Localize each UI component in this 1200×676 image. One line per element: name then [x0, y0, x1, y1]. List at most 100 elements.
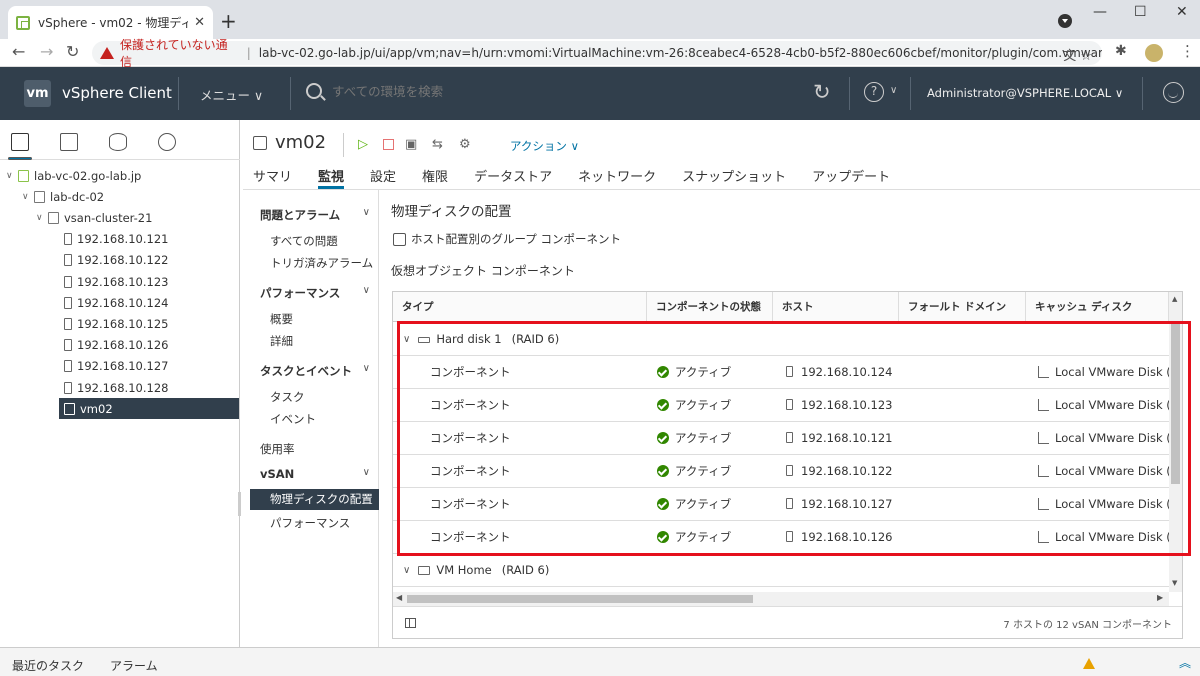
insecure-warning-icon[interactable]: [100, 47, 114, 59]
recent-tasks-tab[interactable]: 最近のタスク: [12, 657, 84, 674]
settings-icon[interactable]: ⚙: [459, 137, 471, 152]
help-icon[interactable]: ?: [864, 82, 884, 102]
new-tab-button[interactable]: +: [220, 9, 237, 33]
browser-menu-icon[interactable]: ⋮: [1180, 42, 1195, 60]
tree-item[interactable]: 192.168.10.124: [64, 292, 168, 313]
tab-2[interactable]: 設定: [370, 166, 396, 189]
tree-item[interactable]: ∨ vsan-cluster-21: [36, 207, 152, 228]
tab-7[interactable]: アップデート: [812, 166, 890, 189]
user-menu[interactable]: Administrator@VSPHERE.LOCAL ∨: [927, 86, 1123, 100]
search-icon[interactable]: [306, 83, 322, 99]
chevron-down-icon[interactable]: ∨: [403, 323, 410, 356]
chevron-down-icon[interactable]: ∨: [6, 171, 18, 181]
group-by-host-checkbox[interactable]: [393, 232, 406, 246]
reload-icon[interactable]: ↻: [66, 42, 79, 61]
global-search-input[interactable]: [332, 84, 632, 99]
tab-6[interactable]: スナップショット: [682, 166, 786, 189]
subnav-group[interactable]: タスクとイベント ∨: [260, 363, 370, 379]
subnav-group[interactable]: vSAN ∨: [260, 467, 370, 481]
chevron-down-icon[interactable]: ∨: [22, 192, 34, 202]
url-text[interactable]: lab-vc-02.go-lab.jp/ui/app/vm;nav=h/urn:…: [259, 46, 1102, 60]
tree-item[interactable]: ∨ lab-dc-02: [22, 186, 104, 207]
component-row[interactable]: コンポーネント アクティブ 192.168.10.124 Local VMware D…: [393, 356, 1169, 389]
power-on-icon[interactable]: ▷: [358, 137, 368, 152]
bookmark-star-icon[interactable]: 文 ☆: [1063, 45, 1092, 64]
menu-button[interactable]: メニュー ∨: [200, 85, 263, 104]
object-group-label[interactable]: ∨ VM Home (RAID 6): [403, 554, 549, 587]
column-header[interactable]: フォールト ドメイン: [899, 292, 1026, 322]
warning-icon[interactable]: [1083, 658, 1095, 669]
component-row[interactable]: コンポーネント アクティブ 192.168.10.123 Local VMware D…: [393, 389, 1169, 422]
subnav-item[interactable]: 物理ディスクの配置: [250, 489, 379, 510]
scroll-right-icon[interactable]: ▶: [1157, 593, 1163, 602]
vertical-scroll-thumb[interactable]: [1171, 324, 1180, 484]
subnav-group[interactable]: 問題とアラーム ∨: [260, 207, 370, 223]
subnav-item[interactable]: すべての問題: [270, 233, 338, 249]
component-row[interactable]: コンポーネント アクティブ 192.168.10.127 Local VMware D…: [393, 488, 1169, 521]
chevron-down-icon[interactable]: ∨: [36, 213, 48, 223]
tab-0[interactable]: サマリ: [253, 166, 292, 189]
window-close-icon[interactable]: ✕: [1176, 4, 1188, 20]
object-group-label[interactable]: ∨ Hard disk 1 (RAID 6): [403, 323, 559, 356]
scroll-left-icon[interactable]: ◀: [396, 593, 402, 602]
horizontal-scrollbar[interactable]: ◀ ▶: [393, 592, 1169, 606]
subnav-item[interactable]: タスク: [270, 389, 305, 405]
tree-item[interactable]: 192.168.10.126: [64, 335, 168, 356]
column-header[interactable]: コンポーネントの状態: [647, 292, 773, 322]
group-by-host-label[interactable]: ホスト配置別のグループ コンポーネント: [411, 231, 621, 247]
scroll-down-icon[interactable]: ▼: [1172, 579, 1177, 587]
subnav-item[interactable]: パフォーマンス: [270, 515, 350, 531]
close-tab-icon[interactable]: ✕: [194, 15, 205, 30]
storage-view-icon[interactable]: [109, 133, 127, 151]
subnav-item[interactable]: 概要: [270, 311, 293, 327]
console-icon[interactable]: ▣: [405, 137, 417, 152]
tree-item[interactable]: 192.168.10.121: [64, 229, 168, 250]
vms-templates-view-icon[interactable]: [60, 133, 78, 151]
power-off-icon[interactable]: [383, 139, 394, 150]
insecure-label[interactable]: 保護されていない通信: [120, 36, 239, 70]
chevron-down-icon[interactable]: ∨: [890, 85, 897, 96]
column-header[interactable]: ホスト: [773, 292, 899, 322]
tab-1[interactable]: 監視: [318, 166, 345, 189]
migrate-icon[interactable]: ⇆: [432, 137, 443, 152]
tree-item[interactable]: 192.168.10.125: [64, 313, 168, 334]
alarms-tab[interactable]: アラーム: [110, 657, 158, 674]
maximize-icon[interactable]: ☐: [1134, 4, 1147, 20]
chevron-down-icon[interactable]: ∨: [363, 363, 370, 374]
chevron-down-icon[interactable]: ∨: [363, 285, 370, 296]
horizontal-scroll-thumb[interactable]: [407, 595, 753, 603]
column-header[interactable]: キャッシュ ディスク: [1026, 292, 1169, 322]
object-group-row[interactable]: ∨ Hard disk 1 (RAID 6): [393, 323, 1169, 356]
tree-item[interactable]: 192.168.10.127: [64, 356, 168, 377]
minimize-icon[interactable]: —: [1093, 4, 1107, 20]
subnav-group[interactable]: パフォーマンス ∨: [260, 285, 370, 301]
pane-resize-handle[interactable]: [238, 492, 241, 516]
back-icon[interactable]: ←: [12, 42, 25, 61]
component-row[interactable]: コンポーネント アクティブ 192.168.10.121 Local VMware D…: [393, 422, 1169, 455]
profile-avatar[interactable]: [1145, 44, 1163, 62]
chevron-right-icon[interactable]: ∨: [403, 554, 410, 587]
chevron-down-icon[interactable]: ∨: [363, 467, 370, 478]
subnav-item[interactable]: イベント: [270, 411, 316, 427]
tab-search-icon[interactable]: [1058, 14, 1072, 28]
forward-icon[interactable]: →: [40, 42, 53, 61]
scroll-up-icon[interactable]: ▲: [1172, 295, 1177, 303]
tab-3[interactable]: 権限: [422, 166, 448, 189]
chevron-down-icon[interactable]: ∨: [363, 207, 370, 218]
subnav-item[interactable]: 詳細: [270, 333, 293, 349]
component-row[interactable]: コンポーネント アクティブ 192.168.10.122 Local VMware D…: [393, 455, 1169, 488]
component-row[interactable]: コンポーネント アクティブ 192.168.10.126 Local VMware D…: [393, 521, 1169, 554]
tree-item[interactable]: 192.168.10.122: [64, 250, 168, 271]
hosts-clusters-view-icon[interactable]: [11, 133, 29, 151]
expand-panel-icon[interactable]: ︽: [1179, 654, 1191, 671]
column-header[interactable]: タイプ: [393, 292, 647, 322]
subnav-item[interactable]: トリガ済みアラーム: [270, 255, 373, 271]
refresh-icon[interactable]: ↻: [813, 80, 831, 104]
browser-tab[interactable]: vSphere - vm02 - 物理ディスクの配 ✕: [8, 6, 213, 39]
tree-item[interactable]: 192.168.10.128: [64, 377, 168, 398]
url-field[interactable]: 保護されていない通信 | lab-vc-02.go-lab.jp/ui/app/…: [92, 38, 1102, 69]
column-toggle-icon[interactable]: [405, 618, 416, 628]
vertical-scrollbar[interactable]: ▲ ▼: [1169, 292, 1182, 592]
tab-5[interactable]: ネットワーク: [578, 166, 656, 189]
extensions-icon[interactable]: ✱: [1115, 43, 1127, 59]
